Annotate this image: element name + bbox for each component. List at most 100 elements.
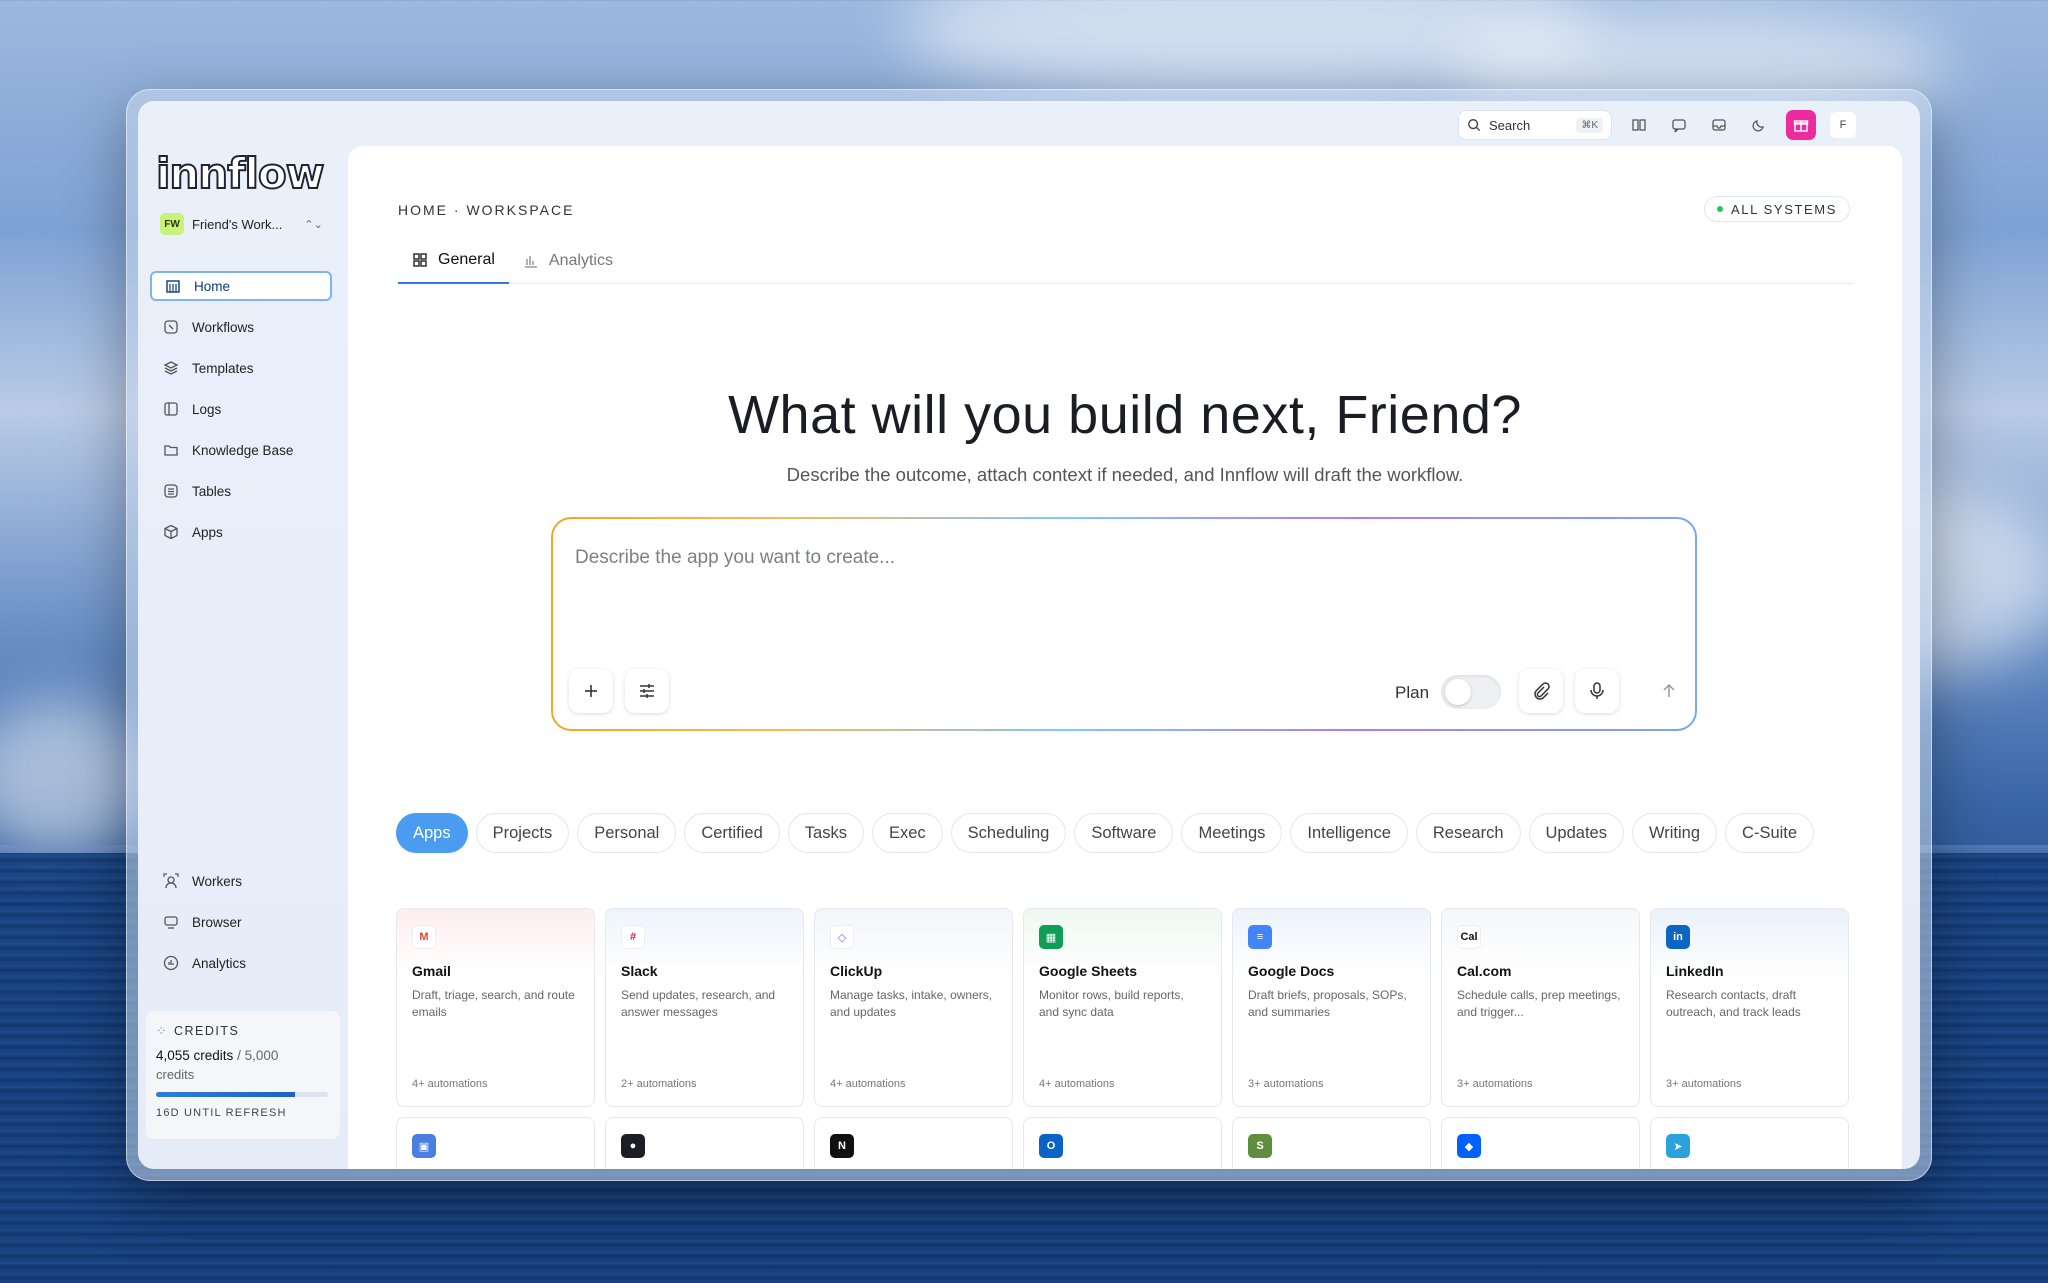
app-card-count: 4+ automations (830, 1078, 906, 1090)
app-card[interactable]: N (814, 1117, 1013, 1169)
app-card-slack[interactable]: # Slack Send updates, research, and answer… (605, 908, 804, 1107)
slack-icon: # (621, 925, 645, 949)
app-card-google-sheets[interactable]: ▦ Google Sheets Monitor rows, build report… (1023, 908, 1222, 1107)
app-card-google-docs[interactable]: ≡ Google Docs Draft briefs, proposals, SOP… (1232, 908, 1431, 1107)
docs-icon[interactable] (1626, 112, 1652, 138)
chat-icon[interactable] (1666, 112, 1692, 138)
tab-analytics[interactable]: Analytics (509, 238, 627, 284)
app-card-description: Draft briefs, proposals, SOPs, and summa… (1248, 988, 1407, 1019)
sidebar-item-label: Tables (192, 483, 232, 499)
prompt-box[interactable]: Describe the app you want to create... P… (553, 519, 1695, 729)
add-button[interactable] (569, 669, 613, 713)
app-card-title: Gmail (412, 963, 451, 979)
category-chip-writing[interactable]: Writing (1631, 813, 1718, 853)
tab-general[interactable]: General (398, 238, 509, 284)
app-card[interactable]: ▣ (396, 1117, 595, 1169)
sidebar-item-logs[interactable]: Logs (150, 394, 332, 424)
sidebar-item-label: Templates (192, 360, 254, 376)
paperclip-icon (1534, 682, 1550, 700)
app-card[interactable]: ◆ (1441, 1117, 1640, 1169)
category-chip-research[interactable]: Research (1415, 813, 1521, 853)
attach-button[interactable] (1519, 669, 1563, 713)
sidebar-item-label: Workers (192, 873, 243, 889)
category-chip-personal[interactable]: Personal (577, 813, 677, 853)
app-card-linkedin[interactable]: in LinkedIn Research contacts, draft outre… (1650, 908, 1849, 1107)
app-card[interactable]: O (1023, 1117, 1222, 1169)
clickup-icon: ◇ (830, 925, 854, 949)
table-icon (162, 482, 180, 500)
category-chip-scheduling[interactable]: Scheduling (950, 813, 1067, 853)
moon-icon[interactable] (1746, 112, 1772, 138)
plus-icon (585, 685, 597, 697)
app-card-count: 4+ automations (1039, 1078, 1115, 1090)
sidebar-item-apps[interactable]: Apps (150, 517, 332, 547)
voice-button[interactable] (1575, 669, 1619, 713)
gift-icon[interactable] (1786, 110, 1816, 140)
app-card-clickup[interactable]: ◇ ClickUp Manage tasks, intake, owners, an… (814, 908, 1013, 1107)
plan-toggle[interactable] (1441, 675, 1501, 709)
dropbox-icon: ◆ (1457, 1134, 1481, 1158)
sidebar-item-label: Browser (192, 914, 242, 930)
worker-icon (162, 872, 180, 890)
app-card-count: 3+ automations (1457, 1078, 1533, 1090)
category-chip-meetings[interactable]: Meetings (1181, 813, 1283, 853)
credits-heading: ⁘ CREDITS (156, 1023, 330, 1039)
credits-progress-fill (156, 1092, 296, 1097)
category-chip-updates[interactable]: Updates (1528, 813, 1624, 853)
sidebar-item-workflows[interactable]: Workflows (150, 312, 332, 342)
workspace-name: Friend's Work... (192, 216, 283, 232)
category-chip-intelligence[interactable]: Intelligence (1290, 813, 1408, 853)
sidebar-item-analytics[interactable]: Analytics (150, 948, 332, 978)
app-card-description: Draft, triage, search, and route emails (412, 988, 575, 1019)
settings-button[interactable] (625, 669, 669, 713)
user-avatar[interactable]: F (1830, 112, 1856, 138)
category-chip-software[interactable]: Software (1074, 813, 1174, 853)
chart-icon (162, 954, 180, 972)
category-chip-certified[interactable]: Certified (684, 813, 780, 853)
sidebar-item-knowledge-base[interactable]: Knowledge Base (150, 435, 332, 465)
app-card[interactable]: ● (605, 1117, 804, 1169)
sidebar-item-label: Analytics (192, 955, 247, 971)
app-card-description: Send updates, research, and answer messa… (621, 988, 776, 1019)
status-badge[interactable]: ALL SYSTEMS (1704, 196, 1850, 222)
category-chip-apps[interactable]: Apps (396, 813, 468, 853)
sidebar-item-browser[interactable]: Browser (150, 907, 332, 937)
category-chip-exec[interactable]: Exec (871, 813, 943, 853)
sidebar-item-home[interactable]: Home (150, 271, 332, 301)
home-icon (164, 277, 182, 295)
chevron-updown-icon: ⌃⌄ (304, 218, 323, 231)
tab-label: Analytics (548, 252, 613, 269)
category-chips: Apps Projects Personal Certified Tasks Exec Sc… (396, 813, 1856, 853)
search-button[interactable]: Search ⌘K (1458, 110, 1612, 140)
send-button[interactable] (1647, 669, 1691, 713)
sidebar-item-tables[interactable]: Tables (150, 476, 332, 506)
app-card-count: 4+ automations (412, 1078, 488, 1090)
category-chip-tasks[interactable]: Tasks (787, 813, 864, 853)
status-label: ALL SYSTEMS (1731, 201, 1837, 217)
workspace-switcher[interactable]: FW Friend's Work... ⌃⌄ (160, 213, 323, 235)
search-shortcut: ⌘K (1576, 117, 1603, 133)
category-chip-c-suite[interactable]: C-Suite (1725, 813, 1815, 853)
app-card-title: LinkedIn (1666, 963, 1724, 979)
prompt-input[interactable]: Describe the app you want to create... (575, 547, 895, 569)
sliders-icon (640, 684, 654, 698)
app-card[interactable]: S (1232, 1117, 1431, 1169)
sidebar-item-workers[interactable]: Workers (150, 866, 332, 896)
sidebar-item-templates[interactable]: Templates (150, 353, 332, 383)
credits-used: 4,055 credits (156, 1048, 234, 1063)
app-card[interactable]: ➤ (1650, 1117, 1849, 1169)
main-panel: HOME · WORKSPACE ALL SYSTEMS General Ana… (348, 146, 1902, 1169)
outlook-icon: O (1039, 1134, 1063, 1158)
app-card-gmail[interactable]: M Gmail Draft, triage, search, and route e… (396, 908, 595, 1107)
search-icon (1468, 119, 1481, 132)
inbox-icon[interactable] (1706, 112, 1732, 138)
category-chip-projects[interactable]: Projects (475, 813, 570, 853)
hero-subtitle: Describe the outcome, attach context if … (786, 464, 1464, 485)
credits-value: 4,055 credits / 5,000 (156, 1048, 330, 1063)
app-card-count: 2+ automations (621, 1078, 697, 1090)
app-card-title: Google Docs (1248, 963, 1335, 979)
app-card-cal-com[interactable]: Cal Cal.com Schedule calls, prep meetings,… (1441, 908, 1640, 1107)
grid-icon (413, 253, 427, 267)
app-logo[interactable]: innflow (155, 148, 326, 199)
google-docs-icon: ≡ (1248, 925, 1272, 949)
